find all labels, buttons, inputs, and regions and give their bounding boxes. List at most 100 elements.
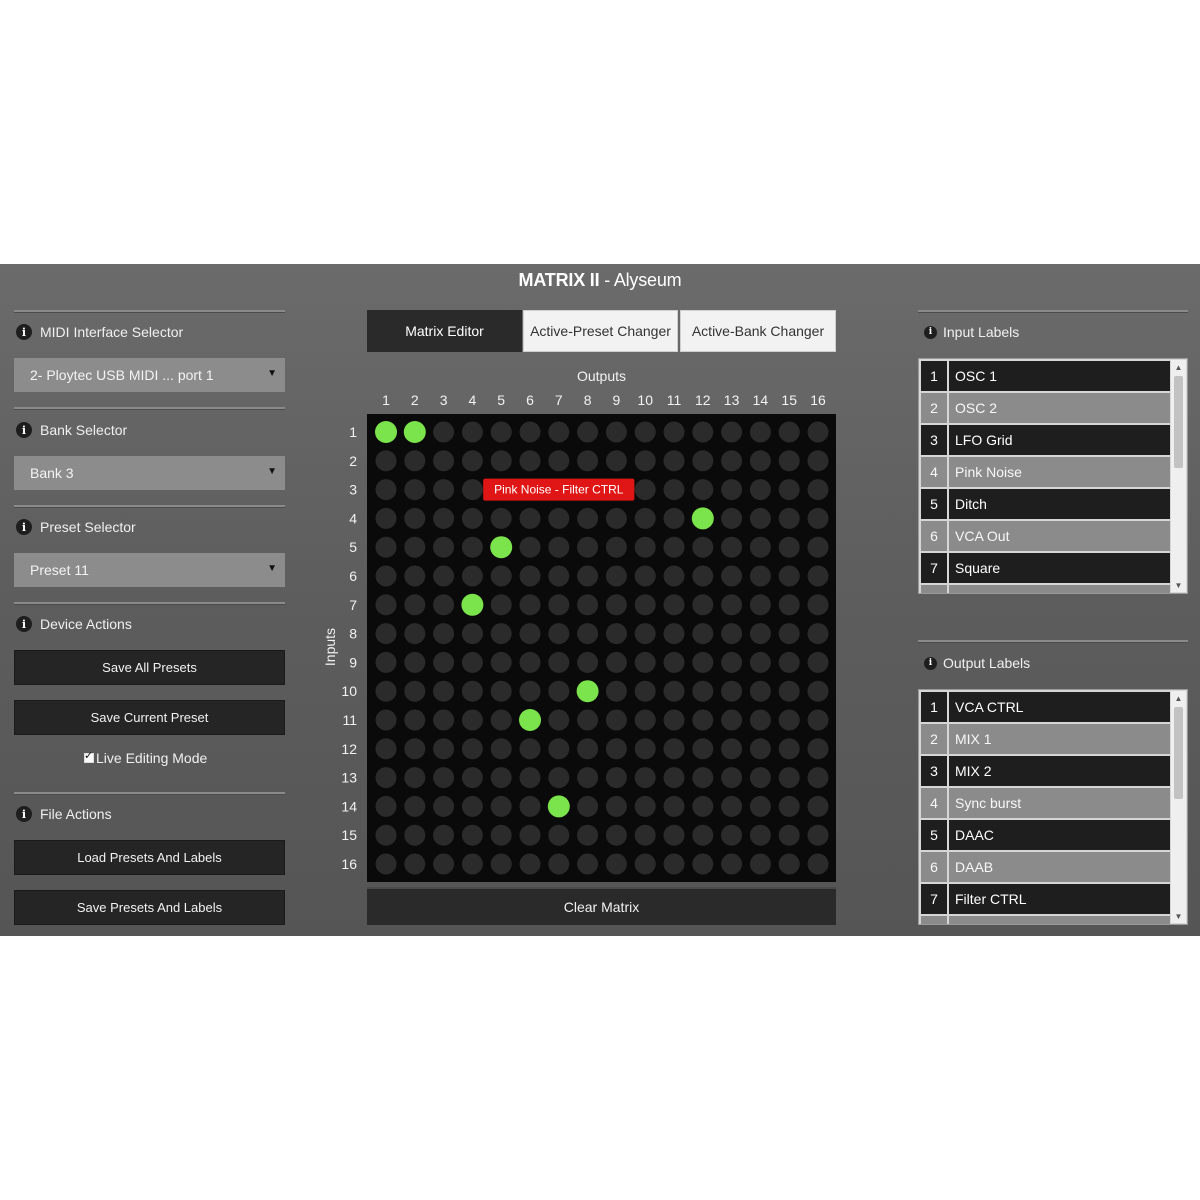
- list-item-label[interactable]: MIX 2: [947, 756, 1170, 786]
- matrix-cell[interactable]: [577, 651, 599, 673]
- list-item-label[interactable]: OSC 1: [947, 361, 1170, 391]
- matrix-cell[interactable]: [404, 709, 426, 731]
- matrix-cell[interactable]: [605, 795, 627, 817]
- matrix-cell[interactable]: [807, 680, 829, 702]
- matrix-cell[interactable]: [663, 767, 685, 789]
- matrix-cell[interactable]: [577, 594, 599, 616]
- matrix-cell[interactable]: [634, 507, 656, 529]
- list-item[interactable]: 7 Filter CTRL: [921, 884, 1170, 914]
- matrix-cell[interactable]: [721, 623, 743, 645]
- matrix-cell[interactable]: [778, 709, 800, 731]
- matrix-cell[interactable]: [461, 680, 483, 702]
- matrix-cell[interactable]: [634, 680, 656, 702]
- matrix-cell[interactable]: [461, 853, 483, 875]
- tab-active-bank-changer[interactable]: Active-Bank Changer: [680, 310, 836, 352]
- matrix-cell[interactable]: [749, 651, 771, 673]
- info-icon[interactable]: i: [16, 422, 32, 438]
- matrix-cell[interactable]: [721, 450, 743, 472]
- matrix-cell[interactable]: [634, 795, 656, 817]
- matrix-cell[interactable]: [721, 421, 743, 443]
- matrix-cell[interactable]: [375, 450, 397, 472]
- matrix-cell[interactable]: [807, 767, 829, 789]
- matrix-cell-active[interactable]: [576, 680, 599, 703]
- matrix-cell[interactable]: [663, 421, 685, 443]
- matrix-cell[interactable]: [404, 651, 426, 673]
- matrix-cell[interactable]: [577, 767, 599, 789]
- matrix-cell[interactable]: [663, 565, 685, 587]
- matrix-cell[interactable]: [375, 651, 397, 673]
- matrix-cell[interactable]: [461, 450, 483, 472]
- matrix-cell[interactable]: [577, 565, 599, 587]
- matrix-cell-active[interactable]: [490, 536, 513, 559]
- matrix-cell[interactable]: [519, 536, 541, 558]
- matrix-cell[interactable]: [548, 767, 570, 789]
- matrix-cell[interactable]: [605, 824, 627, 846]
- matrix-cell[interactable]: [404, 795, 426, 817]
- matrix-cell[interactable]: [404, 853, 426, 875]
- matrix-cell[interactable]: [605, 853, 627, 875]
- info-icon[interactable]: i: [924, 656, 937, 670]
- matrix-cell[interactable]: [605, 709, 627, 731]
- matrix-cell[interactable]: [692, 594, 714, 616]
- matrix-cell[interactable]: [548, 565, 570, 587]
- matrix-cell[interactable]: [634, 594, 656, 616]
- matrix-cell[interactable]: [807, 479, 829, 501]
- matrix-cell[interactable]: [519, 680, 541, 702]
- matrix-cell[interactable]: [778, 738, 800, 760]
- list-item[interactable]: 7 Square: [921, 553, 1170, 583]
- matrix-cell[interactable]: [605, 450, 627, 472]
- list-item-label[interactable]: MIX 1: [947, 724, 1170, 754]
- matrix-cell[interactable]: [490, 795, 512, 817]
- tab-active-preset-changer[interactable]: Active-Preset Changer: [523, 310, 678, 352]
- matrix-cell[interactable]: [577, 507, 599, 529]
- save-all-presets-button[interactable]: Save All Presets: [14, 650, 285, 685]
- matrix-cell[interactable]: [721, 680, 743, 702]
- matrix-cell[interactable]: [807, 507, 829, 529]
- list-item-label[interactable]: DAAB: [947, 852, 1170, 882]
- matrix-cell[interactable]: [634, 536, 656, 558]
- matrix-cell[interactable]: [461, 767, 483, 789]
- matrix-cell[interactable]: [548, 623, 570, 645]
- matrix-cell[interactable]: [548, 853, 570, 875]
- matrix-cell[interactable]: [404, 623, 426, 645]
- matrix-cell[interactable]: [634, 824, 656, 846]
- matrix-cell[interactable]: [605, 623, 627, 645]
- matrix-cell[interactable]: [663, 651, 685, 673]
- matrix-cell[interactable]: [461, 479, 483, 501]
- matrix-cell[interactable]: [605, 680, 627, 702]
- matrix-cell[interactable]: [692, 651, 714, 673]
- live-editing-toggle[interactable]: Live Editing Mode: [84, 749, 207, 766]
- matrix-cell[interactable]: [749, 795, 771, 817]
- matrix-cell[interactable]: [778, 853, 800, 875]
- matrix-cell[interactable]: [490, 421, 512, 443]
- matrix-cell[interactable]: [807, 565, 829, 587]
- matrix-cell[interactable]: [548, 824, 570, 846]
- matrix-cell[interactable]: [721, 767, 743, 789]
- matrix-cell[interactable]: [778, 680, 800, 702]
- matrix-cell[interactable]: [634, 565, 656, 587]
- matrix-cell[interactable]: [663, 623, 685, 645]
- matrix-cell[interactable]: [577, 709, 599, 731]
- matrix-cell[interactable]: [749, 565, 771, 587]
- matrix-cell[interactable]: [577, 536, 599, 558]
- matrix-cell[interactable]: [490, 853, 512, 875]
- matrix-cell[interactable]: [721, 565, 743, 587]
- matrix-cell[interactable]: [605, 738, 627, 760]
- matrix-cell[interactable]: [548, 421, 570, 443]
- matrix-cell[interactable]: [577, 738, 599, 760]
- matrix-cell[interactable]: [577, 853, 599, 875]
- matrix-cell[interactable]: [778, 536, 800, 558]
- matrix-cell[interactable]: [548, 651, 570, 673]
- matrix-cell[interactable]: [692, 680, 714, 702]
- matrix-cell[interactable]: [778, 565, 800, 587]
- matrix-cell[interactable]: [692, 795, 714, 817]
- matrix-cell[interactable]: [375, 795, 397, 817]
- matrix-cell[interactable]: [721, 824, 743, 846]
- list-item-label[interactable]: Square: [947, 553, 1170, 583]
- info-icon[interactable]: i: [924, 325, 937, 339]
- matrix-cell[interactable]: [519, 450, 541, 472]
- matrix-cell[interactable]: [807, 594, 829, 616]
- matrix-cell[interactable]: [749, 450, 771, 472]
- matrix-cell[interactable]: [404, 738, 426, 760]
- matrix-cell[interactable]: [605, 421, 627, 443]
